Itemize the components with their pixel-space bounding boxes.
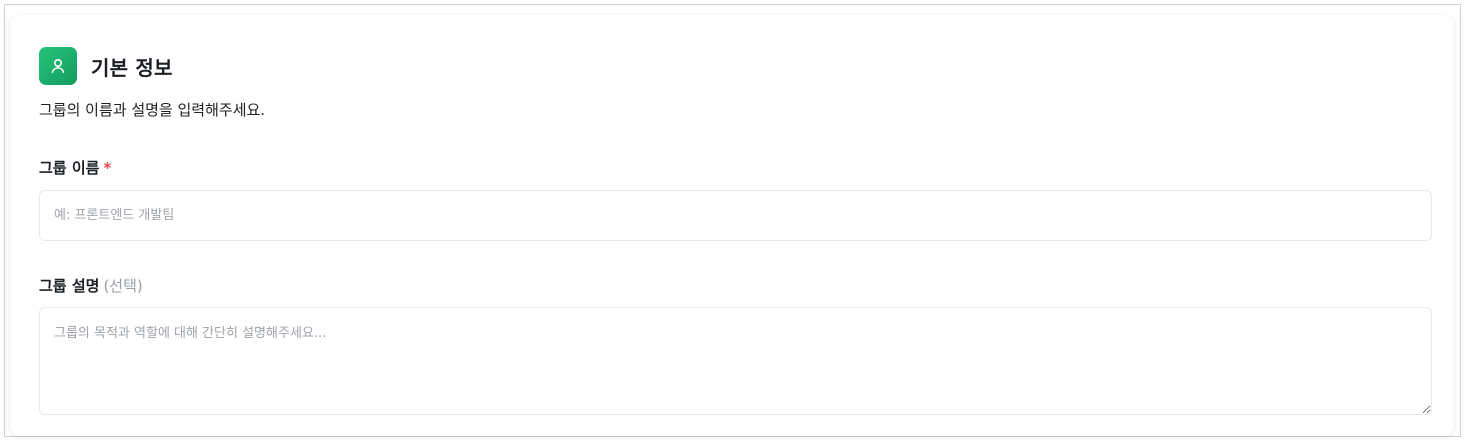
basic-info-card: 기본 정보 그룹의 이름과 설명을 입력해주세요. 그룹 이름* 그룹 설명(선… xyxy=(10,15,1454,436)
section-title: 기본 정보 xyxy=(91,55,173,80)
section-description: 그룹의 이름과 설명을 입력해주세요. xyxy=(39,101,266,119)
window-frame: 기본 정보 그룹의 이름과 설명을 입력해주세요. 그룹 이름* 그룹 설명(선… xyxy=(4,4,1461,437)
section-header: 기본 정보 xyxy=(39,47,173,85)
required-marker: * xyxy=(103,159,112,177)
group-name-input[interactable] xyxy=(39,190,1432,241)
group-name-label: 그룹 이름 * xyxy=(39,157,111,178)
user-icon xyxy=(39,47,77,85)
group-description-label: 그룹 설명 (선택) xyxy=(39,275,143,296)
group-name-label-text: 그룹 이름 xyxy=(39,159,100,177)
group-description-label-text: 그룹 설명 xyxy=(39,277,100,295)
optional-note: (선택) xyxy=(103,277,143,295)
group-description-textarea[interactable] xyxy=(39,307,1432,415)
